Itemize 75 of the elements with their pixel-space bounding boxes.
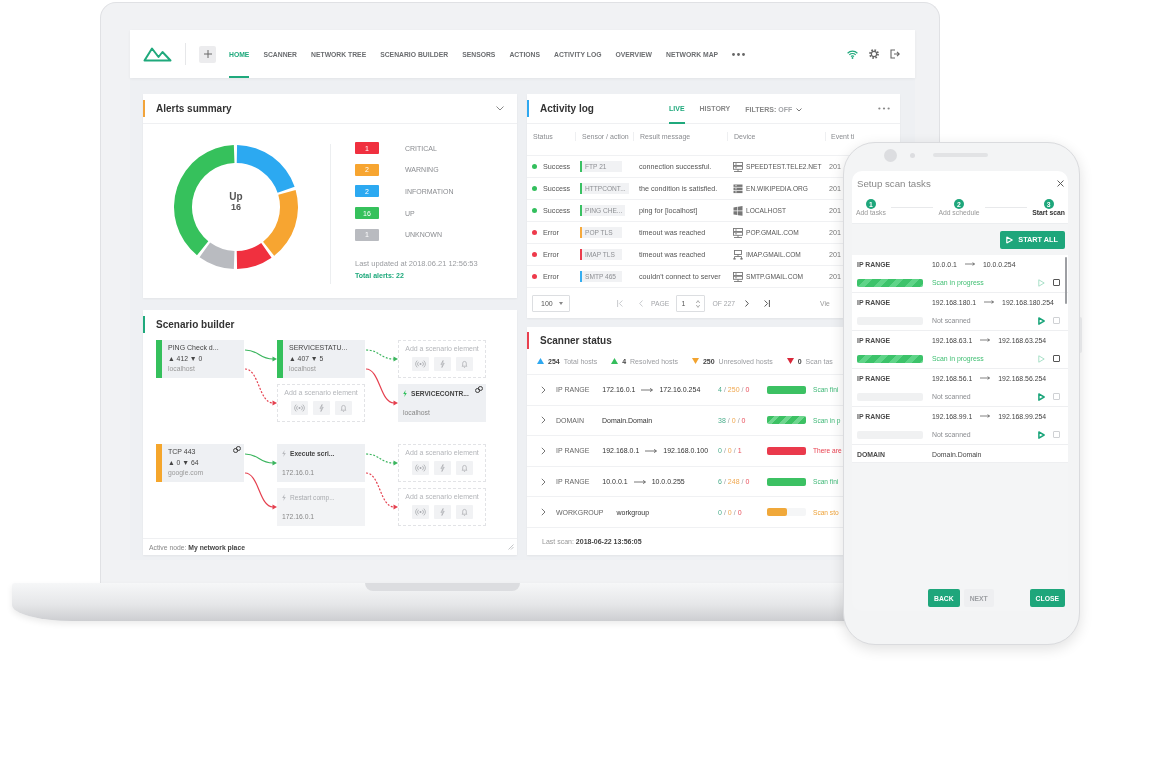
- last-page-icon[interactable]: [764, 300, 771, 307]
- broadcast-icon[interactable]: [411, 505, 429, 519]
- connector-arrow: [365, 472, 398, 510]
- more-icon[interactable]: [878, 107, 890, 110]
- window-panes-icon: [733, 205, 743, 216]
- connector-arrow: [244, 368, 277, 406]
- chevron-right-icon[interactable]: [541, 508, 546, 517]
- spin-arrows-icon[interactable]: [696, 299, 701, 308]
- arrow-right-icon: [964, 262, 975, 266]
- task-checkbox[interactable]: [1053, 355, 1060, 362]
- network-icon: [733, 249, 743, 260]
- plus-icon: [203, 50, 212, 58]
- chevron-right-icon[interactable]: [541, 477, 546, 486]
- accent-bar-icon: [143, 315, 145, 333]
- arrow-right-icon: [984, 300, 995, 304]
- arrow-right-icon: [980, 414, 991, 418]
- settings-icon[interactable]: [869, 49, 879, 59]
- dialog-title: Setup scan tasks: [857, 177, 931, 189]
- chevron-right-icon[interactable]: [541, 385, 546, 394]
- caret-down-icon: [559, 302, 563, 305]
- accent-bar-icon: [527, 100, 529, 117]
- chevron-right-icon[interactable]: [541, 447, 546, 455]
- panel-title: Alerts summary: [156, 103, 232, 114]
- accent-bar-icon: [143, 100, 145, 117]
- arrow-right-icon: [633, 479, 646, 484]
- panel-title: Scenario builder: [156, 318, 235, 330]
- connector-arrow: [365, 368, 398, 406]
- bell-icon[interactable]: [455, 357, 473, 371]
- chevron-right-icon[interactable]: [541, 416, 546, 425]
- wifi-icon[interactable]: [847, 49, 858, 59]
- bolt-icon[interactable]: [312, 401, 330, 415]
- server-icon: [733, 271, 743, 282]
- server-icon: [733, 161, 743, 172]
- broadcast-icon[interactable]: [411, 461, 429, 475]
- play-icon: [1006, 235, 1014, 244]
- chevron-right-icon[interactable]: [745, 300, 750, 307]
- more-icon[interactable]: [732, 52, 746, 56]
- server-icon: [733, 227, 743, 238]
- arrow-right-icon: [641, 387, 654, 392]
- task-checkbox[interactable]: [1053, 279, 1060, 286]
- add-button[interactable]: [199, 45, 216, 63]
- arrow-right-icon: [980, 376, 991, 380]
- broadcast-icon[interactable]: [290, 401, 308, 415]
- connector-arrow: [244, 453, 277, 466]
- donut-center-value: 16: [231, 202, 241, 212]
- connector-arrow: [244, 349, 277, 362]
- play-icon[interactable]: [1038, 430, 1045, 439]
- logout-icon[interactable]: [890, 49, 900, 59]
- broadcast-icon[interactable]: [411, 357, 429, 371]
- server-rack-icon: [733, 183, 743, 194]
- play-icon[interactable]: [1038, 278, 1045, 287]
- bolt-icon[interactable]: [433, 505, 451, 519]
- link-icon[interactable]: [475, 386, 483, 393]
- play-icon[interactable]: [1038, 354, 1045, 363]
- bell-icon[interactable]: [455, 505, 473, 519]
- arrow-right-icon: [645, 449, 658, 453]
- chevron-down-icon[interactable]: [496, 106, 504, 111]
- chevron-down-icon: [796, 107, 803, 112]
- bolt-icon[interactable]: [433, 461, 451, 475]
- mountain-logo-icon[interactable]: [143, 46, 172, 62]
- bolt-icon[interactable]: [433, 357, 451, 371]
- accent-bar-icon: [527, 331, 529, 349]
- link-icon[interactable]: [233, 446, 241, 453]
- panel-title: Scanner status: [540, 334, 612, 346]
- play-icon[interactable]: [1038, 316, 1045, 325]
- donut-center-label: Up: [229, 191, 243, 202]
- close-icon[interactable]: [1057, 179, 1064, 187]
- arrow-right-icon: [980, 338, 991, 342]
- bell-icon[interactable]: [334, 401, 352, 415]
- resize-grip-icon[interactable]: [508, 544, 514, 550]
- connector-arrow: [244, 472, 277, 510]
- bell-icon[interactable]: [455, 461, 473, 475]
- play-icon[interactable]: [1038, 392, 1045, 401]
- panel-title: Activity log: [540, 103, 595, 114]
- scrollbar-thumb[interactable]: [1065, 257, 1067, 304]
